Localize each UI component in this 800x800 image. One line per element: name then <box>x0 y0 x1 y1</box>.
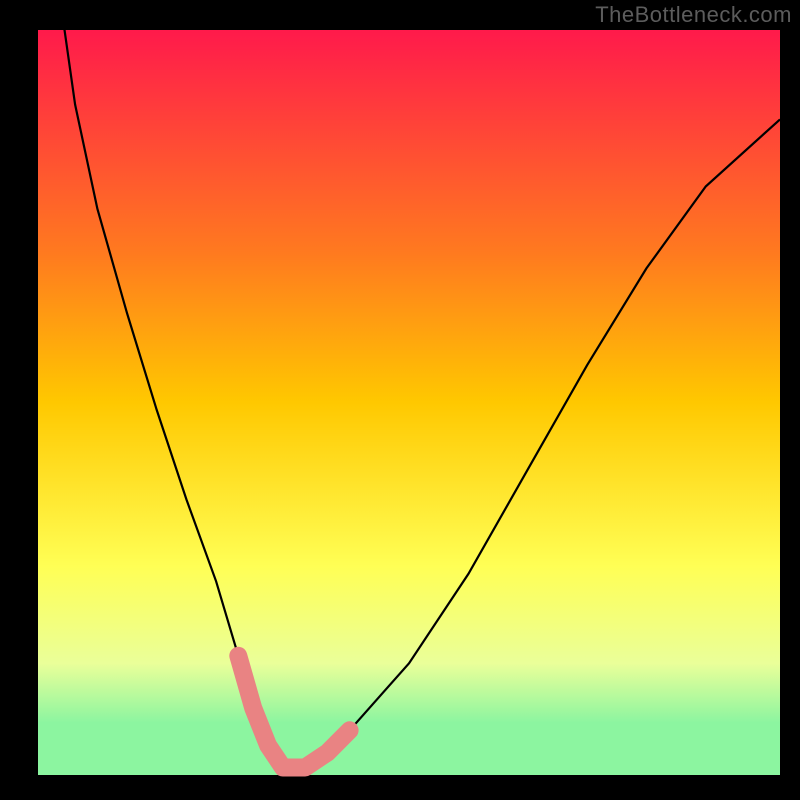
chart-figure: TheBottleneck.com <box>0 0 800 800</box>
bottleneck-curve-chart <box>0 0 800 800</box>
watermark-text: TheBottleneck.com <box>595 2 792 28</box>
